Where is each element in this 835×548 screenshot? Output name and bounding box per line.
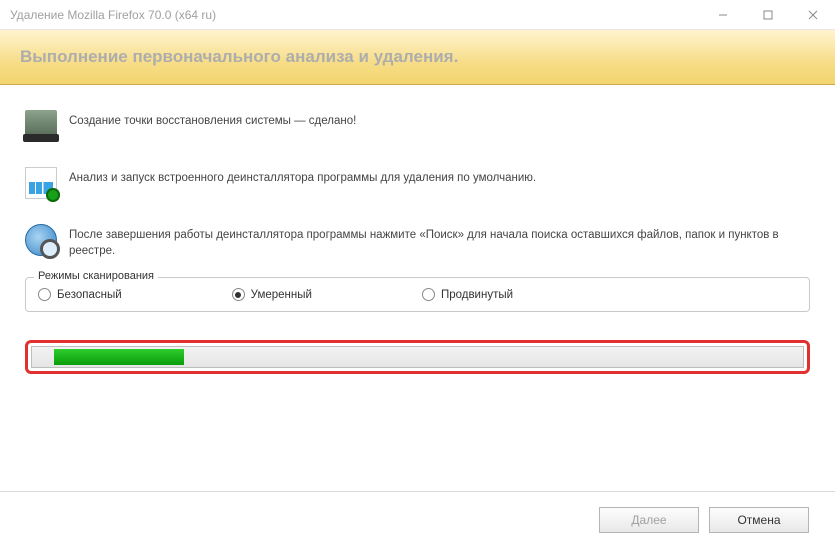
- step-backup-text: Создание точки восстановления системы — …: [69, 110, 810, 130]
- step-backup: Создание точки восстановления системы — …: [25, 110, 810, 142]
- titlebar: Удаление Mozilla Firefox 70.0 (x64 ru): [0, 0, 835, 30]
- scan-modes-row: Безопасный Умеренный Продвинутый: [38, 288, 797, 301]
- cancel-button[interactable]: Отмена: [709, 507, 809, 533]
- radio-moderate-circle: [232, 288, 245, 301]
- close-button[interactable]: [790, 0, 835, 30]
- radio-safe-circle: [38, 288, 51, 301]
- window-title: Удаление Mozilla Firefox 70.0 (x64 ru): [10, 8, 216, 22]
- content-area: Создание точки восстановления системы — …: [0, 85, 835, 322]
- radio-safe-label: Безопасный: [57, 289, 122, 301]
- page-title: Выполнение первоначального анализа и уда…: [20, 47, 458, 67]
- progress-highlight: [25, 340, 810, 374]
- radio-advanced[interactable]: Продвинутый: [422, 288, 513, 301]
- step-search: После завершения работы деинсталлятора п…: [25, 224, 810, 259]
- radio-advanced-circle: [422, 288, 435, 301]
- next-button-label: Далее: [631, 513, 666, 527]
- progress-fill: [54, 349, 184, 365]
- radio-advanced-label: Продвинутый: [441, 289, 513, 301]
- step-analyze-text: Анализ и запуск встроенного деинсталлято…: [69, 167, 810, 187]
- backup-icon: [25, 110, 57, 142]
- maximize-icon: [763, 10, 773, 20]
- minimize-button[interactable]: [700, 0, 745, 30]
- window-controls: [700, 0, 835, 30]
- footer: Далее Отмена: [0, 492, 835, 548]
- step-search-text: После завершения работы деинсталлятора п…: [69, 224, 810, 259]
- search-icon: [25, 224, 57, 256]
- next-button[interactable]: Далее: [599, 507, 699, 533]
- radio-safe[interactable]: Безопасный: [38, 288, 122, 301]
- header-banner: Выполнение первоначального анализа и уда…: [0, 30, 835, 85]
- progress-bar: [31, 346, 804, 368]
- analyze-icon: [25, 167, 57, 199]
- radio-moderate-label: Умеренный: [251, 289, 312, 301]
- maximize-button[interactable]: [745, 0, 790, 30]
- scan-modes-legend: Режимы сканирования: [34, 270, 158, 282]
- cancel-button-label: Отмена: [737, 513, 780, 527]
- step-analyze: Анализ и запуск встроенного деинсталлято…: [25, 167, 810, 199]
- radio-moderate[interactable]: Умеренный: [232, 288, 312, 301]
- scan-modes-group: Режимы сканирования Безопасный Умеренный…: [25, 277, 810, 312]
- minimize-icon: [718, 10, 728, 20]
- close-icon: [808, 10, 818, 20]
